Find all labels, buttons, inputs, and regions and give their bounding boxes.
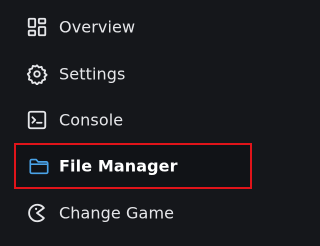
sidebar-item-overview[interactable]: Overview — [0, 7, 268, 47]
sidebar-item-change-game[interactable]: Change Game — [0, 193, 268, 233]
gear-icon — [25, 62, 49, 86]
sidebar-item-label: Settings — [59, 64, 126, 84]
sidebar-item-label: Console — [59, 110, 124, 130]
folder-icon — [27, 154, 51, 178]
sidebar-item-console[interactable]: Console — [0, 100, 268, 140]
sidebar-item-settings[interactable]: Settings — [0, 54, 268, 94]
pacman-icon — [25, 201, 49, 225]
sidebar-item-label: File Manager — [59, 156, 178, 176]
dashboard-icon — [25, 15, 49, 39]
sidebar-item-label: Overview — [59, 17, 136, 37]
sidebar-item-label: Change Game — [59, 203, 175, 223]
sidebar: Overview Settings Console File Manager C… — [0, 0, 268, 246]
terminal-icon — [25, 108, 49, 132]
sidebar-item-file-manager[interactable]: File Manager — [14, 143, 252, 189]
